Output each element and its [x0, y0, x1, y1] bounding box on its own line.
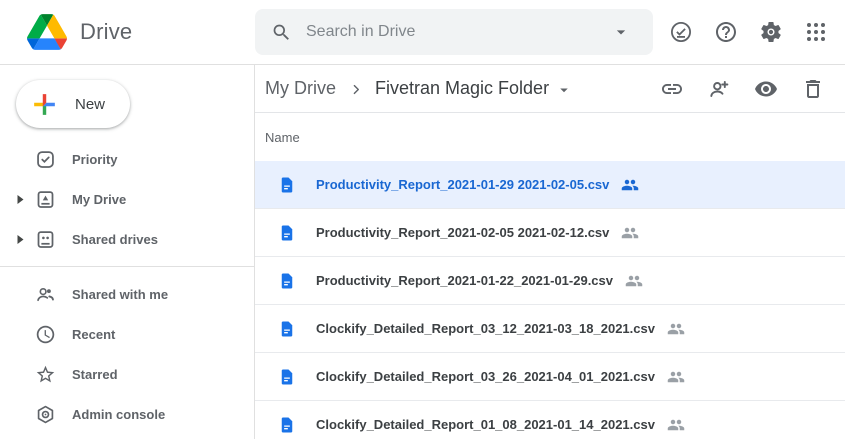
shared-people-icon	[667, 320, 685, 338]
sidebar-item-shared-drives[interactable]: Shared drives	[0, 219, 254, 259]
sidebar-item-label: Priority	[72, 152, 118, 167]
shared-people-icon	[667, 416, 685, 434]
expand-arrow-icon[interactable]	[8, 235, 32, 244]
sidebar-item-admin-console[interactable]: Admin console	[0, 394, 254, 434]
folder-menu-caret-icon[interactable]	[555, 81, 573, 99]
new-button[interactable]: New	[16, 80, 130, 128]
sidebar-item-label: Starred	[72, 367, 118, 382]
sidebar-item-recent[interactable]: Recent	[0, 314, 254, 354]
file-name: Productivity_Report_2021-02-05 2021-02-1…	[316, 225, 609, 240]
drive-logo[interactable]: Drive	[0, 14, 255, 50]
preview-button[interactable]	[754, 77, 778, 101]
topbar-actions	[669, 20, 845, 44]
search-options-caret-icon[interactable]	[611, 22, 631, 42]
offline-status-button[interactable]	[669, 20, 693, 44]
search-icon[interactable]	[271, 22, 292, 43]
shared-people-icon	[667, 368, 685, 386]
trash-icon	[801, 77, 825, 101]
eye-icon	[754, 77, 778, 101]
csv-file-icon	[278, 414, 296, 436]
my-drive-icon	[35, 189, 56, 210]
topbar: Drive Search in Drive	[0, 0, 845, 65]
search-input[interactable]: Search in Drive	[306, 23, 597, 41]
file-name: Clockify_Detailed_Report_01_08_2021-01_1…	[316, 417, 655, 432]
breadcrumb: My Drive Fivetran Magic Folder	[255, 65, 845, 113]
share-button[interactable]	[707, 77, 731, 101]
csv-file-icon	[278, 318, 296, 340]
file-row[interactable]: Productivity_Report_2021-01-22_2021-01-2…	[255, 257, 845, 305]
csv-file-icon	[278, 366, 296, 388]
admin-console-icon	[35, 404, 56, 425]
sidebar-item-label: Shared drives	[72, 232, 158, 247]
link-icon	[660, 77, 684, 101]
google-apps-button[interactable]	[804, 20, 828, 44]
help-button[interactable]	[714, 20, 738, 44]
file-row[interactable]: Clockify_Detailed_Report_03_12_2021-03_1…	[255, 305, 845, 353]
recent-icon	[35, 324, 56, 345]
file-row[interactable]: Clockify_Detailed_Report_01_08_2021-01_1…	[255, 401, 845, 439]
breadcrumb-parent[interactable]: My Drive	[265, 78, 336, 99]
gear-icon	[759, 20, 783, 44]
expand-arrow-icon[interactable]	[8, 195, 32, 204]
sidebar-divider	[0, 266, 254, 267]
name-column-header[interactable]: Name	[265, 130, 300, 145]
sidebar-item-label: My Drive	[72, 192, 126, 207]
file-row[interactable]: Productivity_Report_2021-01-29 2021-02-0…	[255, 161, 845, 209]
shared-drives-icon	[35, 229, 56, 250]
shared-with-me-icon	[35, 284, 56, 305]
sidebar-item-priority[interactable]: Priority	[0, 139, 254, 179]
file-name: Clockify_Detailed_Report_03_26_2021-04_0…	[316, 369, 655, 384]
file-row[interactable]: Productivity_Report_2021-02-05 2021-02-1…	[255, 209, 845, 257]
sidebar-item-label: Shared with me	[72, 287, 168, 302]
csv-file-icon	[278, 222, 296, 244]
sidebar-item-my-drive[interactable]: My Drive	[0, 179, 254, 219]
multicolor-plus-icon	[29, 89, 60, 120]
get-link-button[interactable]	[660, 77, 684, 101]
content: My Drive Fivetran Magic Folder Name Prod…	[255, 65, 845, 439]
list-header: Name	[255, 113, 845, 161]
settings-button[interactable]	[759, 20, 783, 44]
offline-check-icon	[669, 20, 693, 44]
person-add-icon	[707, 77, 731, 101]
toolbar	[660, 77, 825, 101]
file-list: Productivity_Report_2021-01-29 2021-02-0…	[255, 161, 845, 439]
sidebar-item-label: Recent	[72, 327, 115, 342]
file-name: Productivity_Report_2021-01-22_2021-01-2…	[316, 273, 613, 288]
drive-logo-icon	[27, 14, 67, 50]
sidebar-nav: Priority My Drive Shared drives Shared w…	[0, 139, 254, 434]
app-name: Drive	[80, 19, 132, 45]
csv-file-icon	[278, 270, 296, 292]
file-name: Productivity_Report_2021-01-29 2021-02-0…	[316, 177, 609, 192]
search-bar[interactable]: Search in Drive	[255, 9, 653, 55]
sidebar-item-shared-with-me[interactable]: Shared with me	[0, 274, 254, 314]
sidebar-item-label: Admin console	[72, 407, 165, 422]
shared-people-icon	[625, 272, 643, 290]
file-row[interactable]: Clockify_Detailed_Report_03_26_2021-04_0…	[255, 353, 845, 401]
shared-people-icon	[621, 224, 639, 242]
sidebar-item-starred[interactable]: Starred	[0, 354, 254, 394]
priority-icon	[35, 149, 56, 170]
shared-people-icon	[621, 176, 639, 194]
help-icon	[714, 20, 738, 44]
csv-file-icon	[278, 174, 296, 196]
new-button-label: New	[75, 96, 105, 113]
breadcrumb-current-folder[interactable]: Fivetran Magic Folder	[375, 78, 549, 99]
file-name: Clockify_Detailed_Report_03_12_2021-03_1…	[316, 321, 655, 336]
sidebar: New Priority My Drive Shared drives Shar…	[0, 65, 255, 439]
chevron-right-icon	[348, 81, 365, 98]
starred-icon	[35, 364, 56, 385]
apps-grid-icon	[804, 20, 828, 44]
delete-button[interactable]	[801, 77, 825, 101]
